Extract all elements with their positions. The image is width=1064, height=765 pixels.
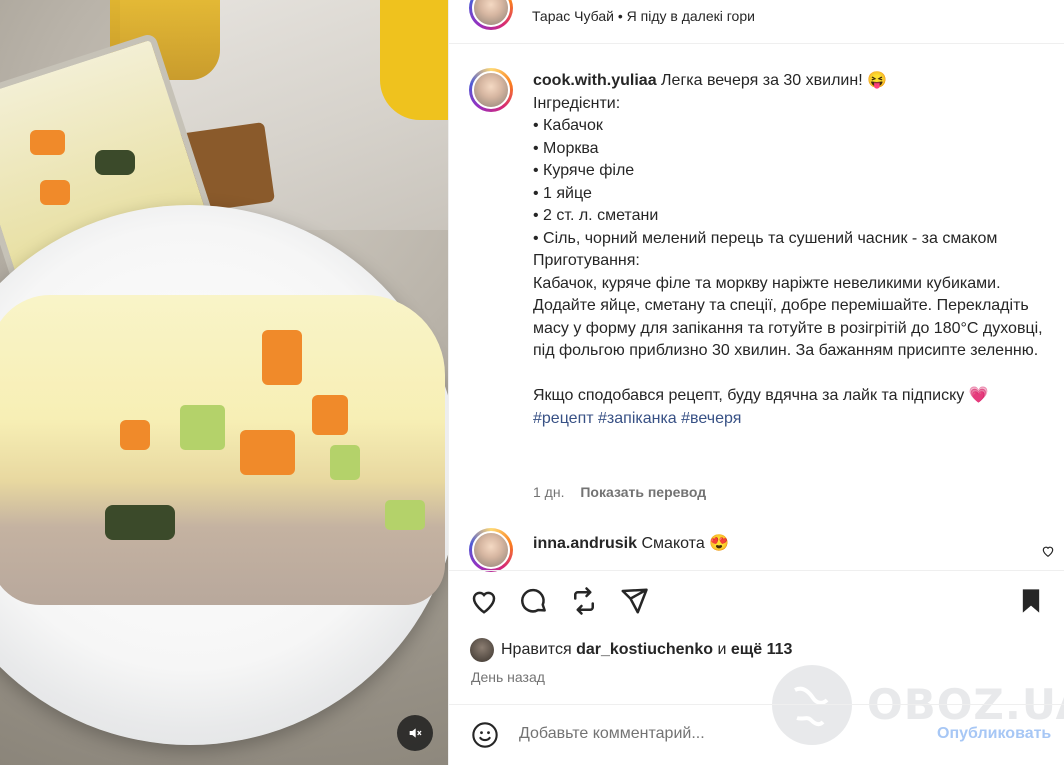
publish-button[interactable]: Опубликовать bbox=[937, 725, 1051, 743]
caption-line: • 2 ст. л. сметани bbox=[533, 207, 659, 224]
likes-summary: Нравится dar_kostiuchenko и ещё 113 bbox=[501, 641, 792, 659]
mute-icon bbox=[409, 728, 422, 738]
heart-icon[interactable] bbox=[469, 586, 499, 616]
liker-avatar[interactable] bbox=[470, 638, 494, 662]
caption-line: Кабачок, куряче філе та моркву наріжте н… bbox=[533, 274, 1043, 360]
caption-username[interactable]: cook.with.yuliaa bbox=[533, 72, 657, 89]
audio-info[interactable]: Тарас Чубай • Я піду в далекі гори bbox=[532, 8, 755, 24]
likes-more[interactable]: ещё 113 bbox=[731, 641, 793, 658]
author-avatar-top[interactable] bbox=[469, 0, 513, 30]
mute-button[interactable] bbox=[397, 715, 433, 751]
caption-line bbox=[533, 363, 1043, 386]
comment-like-icon[interactable] bbox=[1041, 544, 1055, 558]
likes-and: и bbox=[717, 641, 727, 658]
hashtags[interactable]: #рецепт #запіканка #вечеря bbox=[533, 408, 1043, 431]
caption-line: Інгредієнти: bbox=[533, 94, 621, 112]
comment-icon[interactable] bbox=[519, 586, 549, 616]
globe-logo bbox=[772, 665, 852, 745]
caption-line: • Сіль, чорний мелений перець та сушений… bbox=[533, 229, 998, 247]
action-bar bbox=[469, 586, 1045, 622]
caption-line: Якщо сподобався рецепт, буду вдячна за л… bbox=[533, 387, 989, 404]
caption-line: • Куряче філе bbox=[533, 162, 635, 179]
caption-line: • Кабачок bbox=[533, 117, 603, 134]
share-icon[interactable] bbox=[619, 586, 649, 616]
likes-user[interactable]: dar_kostiuchenko bbox=[576, 641, 713, 658]
caption-line: • 1 яйце bbox=[533, 184, 592, 202]
comment-text: Смакота 😍 bbox=[641, 535, 730, 552]
post-details: Тарас Чубай • Я піду в далекі гори cook.… bbox=[448, 0, 1064, 765]
commenter-avatar[interactable] bbox=[469, 528, 513, 572]
casserole-slice bbox=[0, 295, 445, 605]
post-meta: 1 дн. Показать перевод bbox=[533, 484, 706, 500]
caption-title: Легка вечеря за 30 хвилин! 😝 bbox=[661, 72, 888, 89]
translate-link[interactable]: Показать перевод bbox=[580, 484, 706, 500]
comment: inna.andrusik Смакота 😍 bbox=[533, 533, 729, 553]
caption: cook.with.yuliaa Легка вечеря за 30 хвил… bbox=[533, 70, 1043, 430]
likes-prefix: Нравится bbox=[501, 641, 572, 658]
emoji-icon[interactable] bbox=[471, 721, 499, 749]
comment-username[interactable]: inna.andrusik bbox=[533, 535, 637, 552]
comment-input[interactable]: Добавьте комментарий... bbox=[519, 725, 705, 743]
post-age: 1 дн. bbox=[533, 484, 565, 500]
author-avatar[interactable] bbox=[469, 68, 513, 112]
caption-line: • Морква bbox=[533, 139, 599, 157]
yellow-glass bbox=[380, 0, 448, 120]
post-time[interactable]: День назад bbox=[471, 669, 545, 685]
bookmark-icon[interactable] bbox=[1017, 586, 1045, 616]
post-media[interactable] bbox=[0, 0, 448, 765]
caption-line: Приготування: bbox=[533, 252, 640, 269]
repost-icon[interactable] bbox=[569, 586, 599, 616]
